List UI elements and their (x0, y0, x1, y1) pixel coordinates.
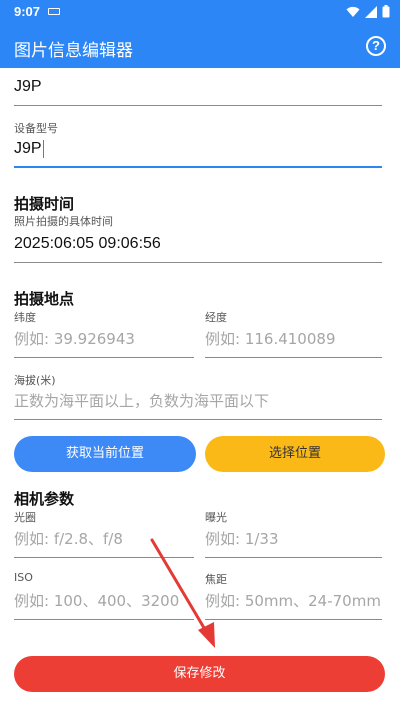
longitude-field[interactable]: 例如: 116.410089 (205, 328, 382, 358)
latitude-field[interactable]: 例如: 39.926943 (14, 328, 194, 358)
get-current-location-button[interactable]: 获取当前位置 (14, 436, 196, 472)
exposure-input[interactable]: 例如: 1/33 (205, 528, 382, 558)
focal-field[interactable]: 例如: 50mm、24-70mm (205, 590, 382, 620)
device-model-value: J9P (14, 140, 42, 157)
longitude-input[interactable]: 例如: 116.410089 (205, 328, 382, 358)
focal-input[interactable]: 例如: 50mm、24-70mm (205, 590, 382, 620)
pick-location-button[interactable]: 选择位置 (205, 436, 385, 472)
battery-icon (382, 5, 390, 18)
aperture-label: 光圈 (14, 511, 36, 524)
status-bar: 9:07 (0, 0, 400, 24)
altitude-label: 海拔(米) (14, 374, 56, 387)
text-cursor (42, 139, 45, 158)
iso-field[interactable]: 例如: 100、400、3200 (14, 590, 194, 620)
latitude-label: 纬度 (14, 311, 36, 324)
wifi-icon (346, 6, 360, 17)
shoot-time-title: 拍摄时间 (14, 195, 75, 213)
model-input[interactable]: J9P (14, 76, 382, 106)
device-model-label: 设备型号 (14, 122, 58, 135)
longitude-label: 经度 (205, 311, 227, 324)
aperture-input[interactable]: 例如: f/2.8、f/8 (14, 528, 194, 558)
notification-icon (48, 8, 60, 15)
focal-label: 焦距 (205, 573, 227, 586)
iso-label: ISO (14, 571, 33, 584)
help-icon[interactable]: ? (366, 36, 386, 56)
app-title: 图片信息编辑器 (14, 41, 133, 61)
model-field[interactable]: J9P (14, 76, 382, 106)
save-button[interactable]: 保存修改 (14, 656, 385, 692)
status-time: 9:07 (14, 4, 41, 19)
device-model-field[interactable]: J9P (14, 138, 382, 168)
device-model-input[interactable]: J9P (14, 138, 382, 168)
status-icons (346, 5, 390, 18)
signal-icon (365, 5, 377, 18)
latitude-input[interactable]: 例如: 39.926943 (14, 328, 194, 358)
shoot-time-field[interactable]: 2025:06:05 09:06:56 (14, 233, 382, 263)
camera-title: 相机参数 (14, 490, 75, 508)
exposure-field[interactable]: 例如: 1/33 (205, 528, 382, 558)
location-title: 拍摄地点 (14, 290, 75, 308)
altitude-field[interactable]: 正数为海平面以上，负数为海平面以下 (14, 390, 382, 420)
shoot-time-subtitle: 照片拍摄的具体时间 (14, 215, 113, 228)
iso-input[interactable]: 例如: 100、400、3200 (14, 590, 194, 620)
altitude-input[interactable]: 正数为海平面以上，负数为海平面以下 (14, 390, 382, 420)
shoot-time-input[interactable]: 2025:06:05 09:06:56 (14, 233, 382, 263)
aperture-field[interactable]: 例如: f/2.8、f/8 (14, 528, 194, 558)
exposure-label: 曝光 (205, 511, 227, 524)
app-bar: 图片信息编辑器 ? (0, 24, 400, 68)
